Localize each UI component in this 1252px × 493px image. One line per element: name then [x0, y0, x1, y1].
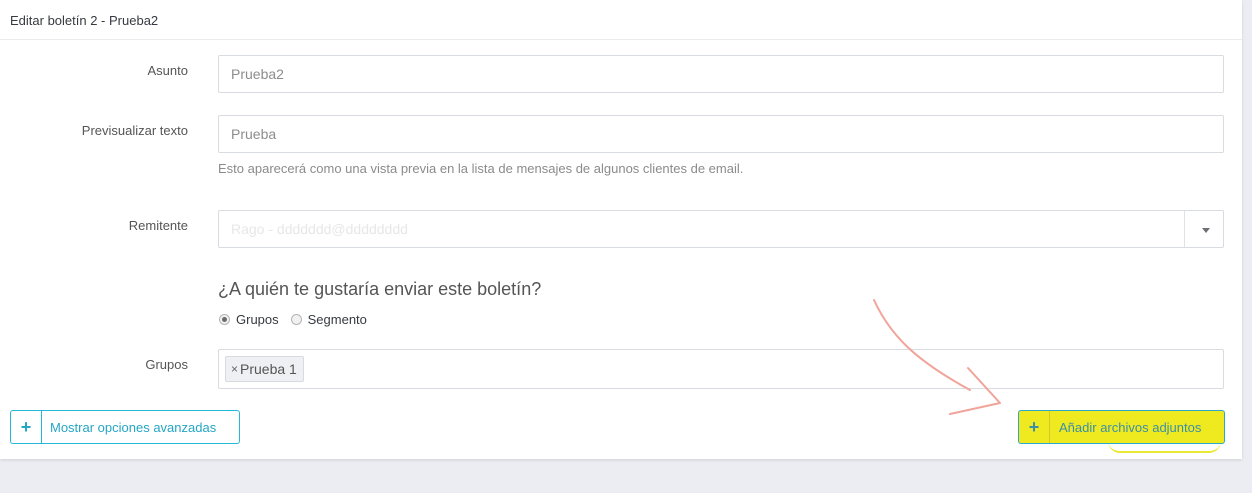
- sender-select[interactable]: Rago - ddddddd@dddddddd: [218, 210, 1224, 248]
- annotation-arrow-shaft: [873, 299, 971, 391]
- highlight-marker-stroke: [1108, 441, 1221, 453]
- remove-tag-icon[interactable]: ×: [231, 357, 238, 381]
- annotation-arrow-head: [949, 367, 1001, 415]
- add-attachments-button[interactable]: + Añadir archivos adjuntos: [1018, 410, 1225, 444]
- select-divider: [1184, 211, 1185, 247]
- group-tag-label: Prueba 1: [240, 361, 297, 377]
- newsletter-edit-panel: Editar boletín 2 - Prueba2 Asunto Prueba…: [0, 0, 1242, 459]
- group-tag: × Prueba 1: [225, 356, 304, 382]
- sender-select-value: Rago - ddddddd@dddddddd: [231, 221, 408, 237]
- show-advanced-options-button[interactable]: + Mostrar opciones avanzadas: [10, 410, 240, 444]
- chevron-down-icon[interactable]: [1202, 228, 1210, 233]
- groups-label: Grupos: [145, 357, 188, 372]
- radio-groups-label[interactable]: Grupos: [236, 312, 279, 327]
- subject-input[interactable]: Prueba2: [218, 55, 1224, 93]
- annotation-arrow-icon: [873, 299, 1001, 415]
- recipients-question: ¿A quién te gustaría enviar este boletín…: [218, 279, 542, 299]
- add-attachments-label: Añadir archivos adjuntos: [1059, 419, 1202, 435]
- plus-icon: +: [1019, 411, 1050, 443]
- panel-title: Editar boletín 2 - Prueba2: [10, 13, 159, 28]
- sender-label: Remitente: [128, 218, 188, 233]
- preview-text-help: Esto aparecerá como una vista previa en …: [218, 161, 744, 176]
- show-advanced-options-label: Mostrar opciones avanzadas: [50, 419, 217, 435]
- plus-icon: +: [11, 411, 42, 443]
- radio-segment[interactable]: [290, 313, 302, 325]
- preview-text-input[interactable]: Prueba: [218, 115, 1224, 153]
- subject-label: Asunto: [147, 63, 188, 78]
- radio-groups[interactable]: [219, 313, 230, 325]
- title-divider: [0, 39, 1242, 40]
- radio-selected-dot: [222, 316, 227, 322]
- groups-tag-input[interactable]: × Prueba 1: [218, 349, 1224, 389]
- radio-segment-label[interactable]: Segmento: [308, 312, 367, 327]
- preview-text-label: Previsualizar texto: [81, 123, 188, 138]
- recipient-type-radios: Grupos Segmento: [219, 311, 379, 327]
